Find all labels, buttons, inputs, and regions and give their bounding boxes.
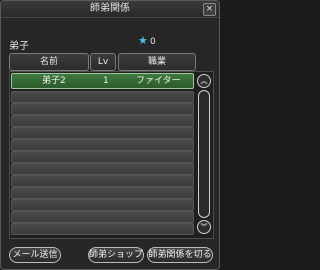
list-item[interactable]: [11, 91, 194, 103]
star-icon: ★: [138, 34, 148, 47]
row-level: 1: [103, 76, 109, 86]
column-header-lv[interactable]: Lv: [90, 53, 116, 71]
close-button[interactable]: ×: [203, 3, 216, 16]
row-job: ファイター: [136, 76, 181, 86]
column-header-job[interactable]: 職業: [118, 53, 196, 71]
list-item[interactable]: [11, 103, 194, 115]
list-item[interactable]: [11, 163, 194, 175]
list-item[interactable]: [11, 223, 194, 235]
list-item-selected[interactable]: 弟子2 1 ファイター: [11, 73, 194, 89]
list-item[interactable]: [11, 151, 194, 163]
row-name: 弟子2: [42, 76, 66, 86]
scroll-up-button[interactable]: ︽: [197, 74, 211, 88]
disciple-list: 弟子2 1 ファイター ︽ ︾: [9, 71, 214, 239]
window-title: 師弟関係: [90, 3, 130, 14]
list-item[interactable]: [11, 127, 194, 139]
master-disciple-window: 師弟関係 × 弟子 ★ 0 名前 Lv 職業 弟子2 1 ファイター ︽ ︾ メ…: [0, 0, 220, 270]
list-item[interactable]: [11, 211, 194, 223]
column-header-name[interactable]: 名前: [9, 53, 89, 71]
list-item[interactable]: [11, 115, 194, 127]
list-item[interactable]: [11, 199, 194, 211]
disciple-label: 弟子: [9, 41, 29, 52]
cut-relationship-button[interactable]: 師弟関係を切る: [147, 247, 213, 263]
list-item[interactable]: [11, 175, 194, 187]
star-count: 0: [150, 37, 156, 47]
scrollbar[interactable]: ︽ ︾: [197, 73, 211, 235]
title-bar[interactable]: 師弟関係 ×: [1, 1, 219, 18]
send-mail-button[interactable]: メール送信: [9, 247, 61, 263]
list-item[interactable]: [11, 139, 194, 151]
list-item[interactable]: [11, 187, 194, 199]
scroll-down-button[interactable]: ︾: [197, 220, 211, 234]
disciple-shop-button[interactable]: 師弟ショップ: [88, 247, 144, 263]
scroll-thumb[interactable]: [198, 90, 210, 218]
